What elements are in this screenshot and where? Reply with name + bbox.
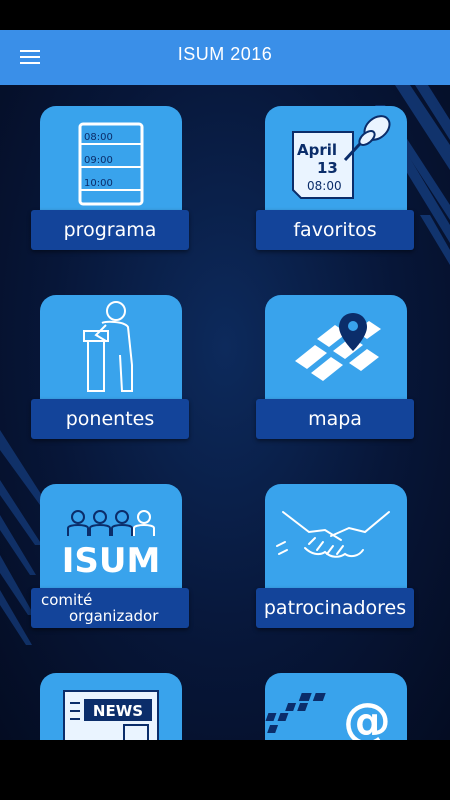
tile-comite-label-line1: comité [41, 591, 93, 609]
tile-contacto[interactable]: @ [256, 673, 416, 740]
schedule-time-2: 09:00 [84, 155, 113, 166]
tile-patrocinadores[interactable]: patrocinadores [256, 484, 416, 629]
tile-programa-label: programa [31, 210, 189, 250]
app-bar: ISUM 2016 [0, 30, 450, 85]
news-text: NEWS [93, 702, 143, 720]
tile-programa[interactable]: 08:00 09:00 10:00 programa [31, 106, 191, 251]
schedule-time-1: 08:00 [84, 132, 113, 143]
speaker-podium-icon [83, 301, 133, 392]
status-bar [0, 0, 450, 30]
tile-mapa[interactable]: mapa [256, 295, 416, 440]
handshake-icon [276, 511, 390, 558]
isum-logo-text: ISUM [62, 541, 161, 581]
main-menu-grid: 08:00 09:00 10:00 programa April 13 08:0… [0, 85, 450, 740]
tile-comite-label: comité organizador [31, 588, 189, 628]
tile-ponentes-label: ponentes [31, 399, 189, 439]
pinned-calendar-icon: April 13 08:00 [292, 115, 391, 199]
tile-patrocinadores-label: patrocinadores [256, 588, 414, 628]
schedule-time-3: 10:00 [84, 178, 113, 189]
system-navigation-bar [0, 740, 450, 800]
at-symbol-text: @ [343, 693, 391, 740]
calendar-month: April [297, 141, 337, 159]
tile-favoritos-label: favoritos [256, 210, 414, 250]
tile-comite-label-line2: organizador [69, 607, 159, 625]
calendar-day: 13 [317, 159, 338, 177]
tile-mapa-label: mapa [256, 399, 414, 439]
app-title: ISUM 2016 [177, 44, 273, 64]
tile-ponentes[interactable]: ponentes [31, 295, 191, 440]
tile-comite-organizador[interactable]: ISUM comité organizador [31, 484, 191, 629]
schedule-list-icon: 08:00 09:00 10:00 [78, 122, 144, 206]
calendar-time: 08:00 [307, 179, 342, 193]
tile-favoritos[interactable]: April 13 08:00 favoritos [256, 106, 416, 251]
tile-noticias[interactable]: NEWS [31, 673, 191, 740]
newspaper-icon: NEWS [63, 690, 159, 740]
map-pin-icon [295, 313, 381, 381]
team-logo-icon: ISUM [62, 510, 161, 581]
at-sign-icon: @ [265, 693, 391, 740]
